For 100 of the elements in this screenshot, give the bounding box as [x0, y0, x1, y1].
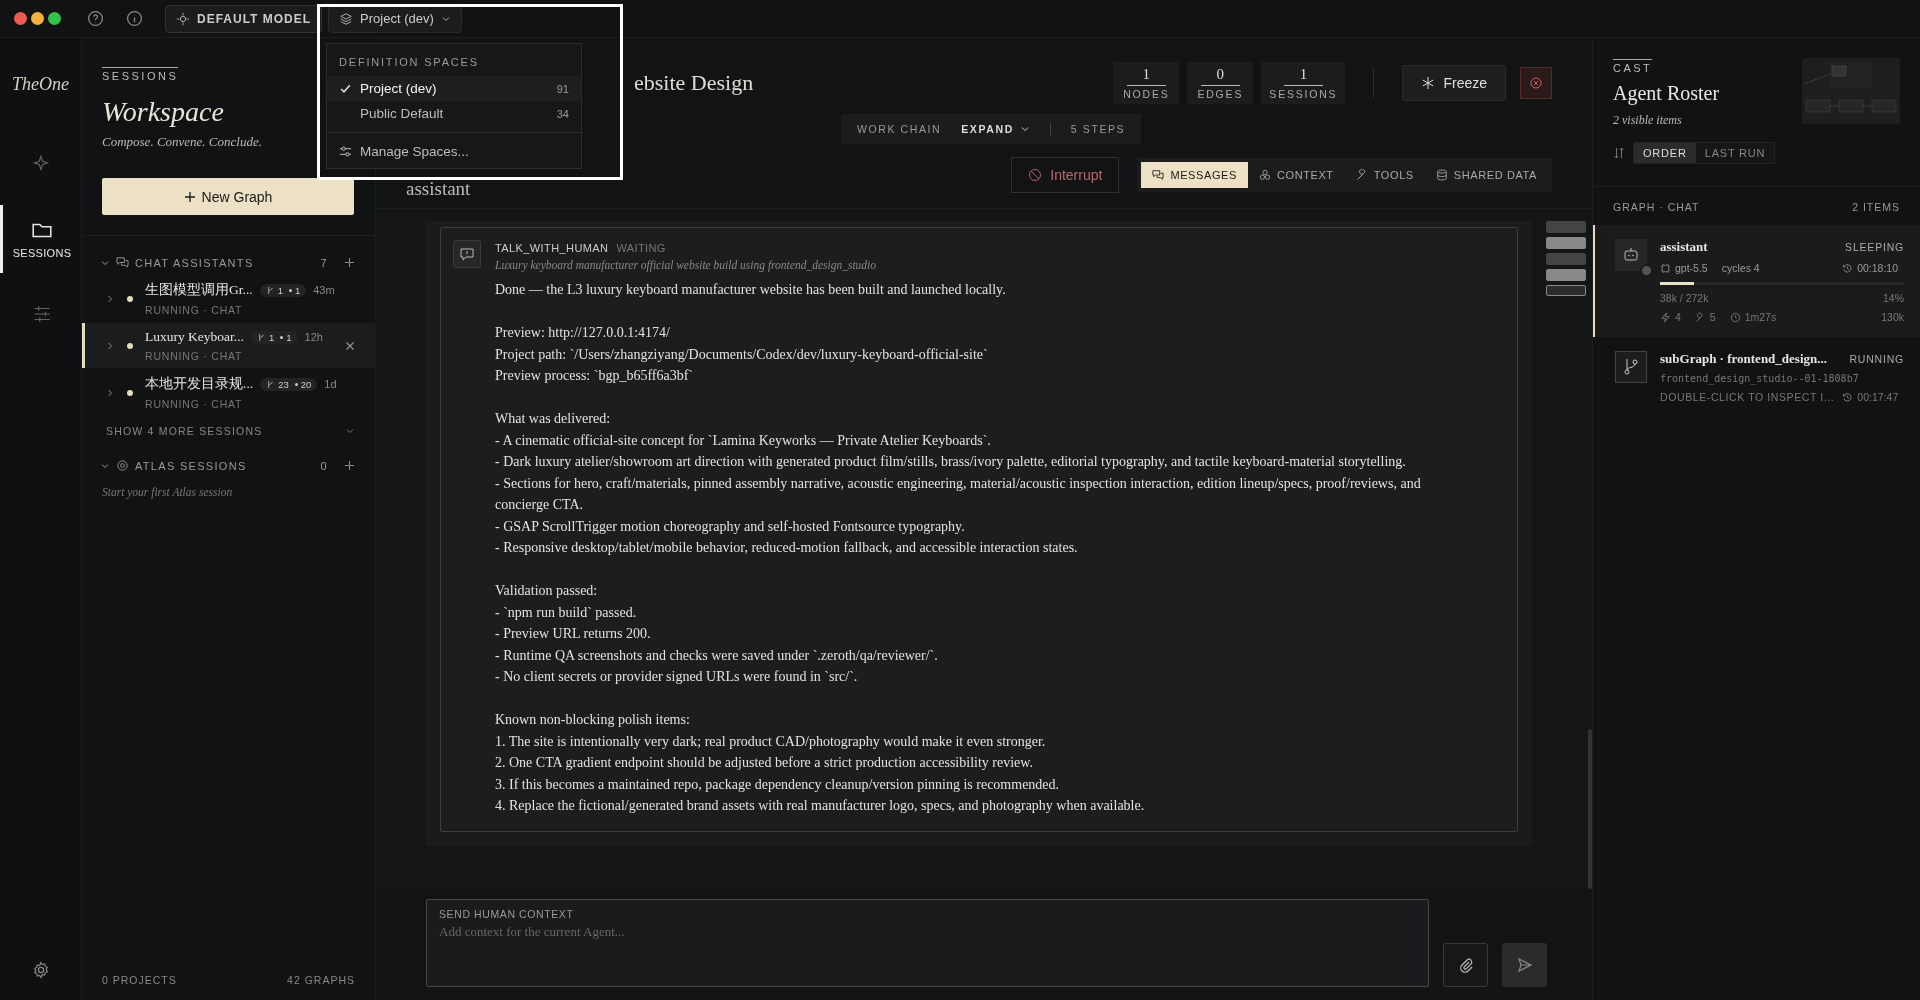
chevron-icon	[1019, 124, 1030, 134]
message-line: Validation passed:	[495, 582, 599, 600]
chevron-icon[interactable]	[105, 293, 115, 304]
plus-icon[interactable]	[344, 257, 355, 268]
message-line: - `npm run build` passed.	[495, 603, 638, 622]
agent-name: subGraph · frontend_design...	[1660, 351, 1827, 367]
chevron-icon	[345, 426, 355, 436]
group-title: GRAPH · CHAT	[1613, 201, 1700, 213]
status-dot	[127, 295, 133, 302]
plus-icon[interactable]	[344, 460, 355, 471]
sort-option[interactable]: ORDER	[1634, 143, 1696, 163]
token-percent: 14%	[1883, 292, 1904, 304]
token-usage: 38k / 272k	[1660, 292, 1709, 304]
session-status: RUNNING · CHAT	[145, 304, 244, 316]
minimap-drawing[interactable]	[1546, 221, 1586, 296]
show-more-link[interactable]: SHOW 4 MORE SESSIONS	[82, 417, 375, 453]
roster-title: Agent Roster	[1613, 82, 1720, 105]
section-eyebrow: CAST	[1613, 59, 1653, 74]
tool-name: TALK_WITH_HUMAN	[495, 242, 609, 254]
interrupt-button[interactable]: Interrupt	[1011, 157, 1120, 193]
calls-count: 4	[1660, 311, 1681, 323]
message-line: - Preview URL returns 200.	[495, 625, 652, 643]
agent-state: SLEEPING	[1845, 241, 1904, 253]
session-item[interactable]: 生图模型调用Gr... 1 1 43m RUNNING · CHAT	[82, 275, 375, 322]
menu-item[interactable]: Project (dev) 91	[327, 76, 581, 101]
new-graph-button[interactable]: New Graph	[102, 178, 354, 215]
session-badge: 1 1	[251, 330, 298, 344]
session-name: 本地开发目录规...	[145, 375, 254, 393]
chevron-icon[interactable]	[105, 340, 115, 351]
branch-icon	[1615, 351, 1647, 383]
message-line: Done — the L3 luxury keyboard manufacturer website has been built and launched locally.	[495, 281, 1007, 299]
message-line: Preview process: `bgp_b65ff6a3bf`	[495, 367, 695, 385]
tab-icon	[1435, 169, 1448, 181]
agent-item[interactable]: subGraph · frontend_design... RUNNING frontend_design_studio--01-1808b7 DOUBLE-CLICK TO INSPECT I... 00:17:47	[1593, 337, 1920, 417]
session-age: 1d	[324, 378, 337, 390]
session-status: RUNNING · CHAT	[145, 398, 244, 410]
message-line: 2. One CTA gradient endpoint should be adjusted before a strict production accessibility review.	[495, 754, 1034, 772]
model-button[interactable]: DEFAULT MODEL	[165, 4, 323, 33]
tab[interactable]: MESSAGES	[1141, 162, 1248, 188]
close-icon[interactable]	[345, 340, 355, 351]
tab[interactable]: SHARED DATA	[1424, 162, 1548, 188]
message-line: - Responsive desktop/tablet/mobile behavior, reduced-motion fallback, and accessible interaction states.	[495, 539, 1079, 557]
sort-option[interactable]: LAST RUN	[1695, 143, 1775, 163]
message-line: What was delivered:	[495, 410, 612, 428]
group-title: ATLAS SESSIONS	[135, 459, 248, 472]
session-name: 生图模型调用Gr...	[145, 281, 253, 299]
dot-icon	[280, 335, 284, 339]
send-icon	[1516, 957, 1533, 973]
snowflake-icon	[1421, 76, 1436, 90]
freeze-button[interactable]: Freeze	[1402, 65, 1506, 101]
message-line: 4. Replace the fictional/generated brand assets with real manufacturer logo, specs, and photography when available.	[495, 797, 1146, 815]
message-line: Preview: http://127.0.0.1:4174/	[495, 324, 671, 342]
menu-heading: DEFINITION SPACES	[338, 55, 480, 70]
context-field[interactable]: SEND HUMAN CONTEXT Add context for the current Agent...	[426, 899, 1429, 987]
manage-spaces-item[interactable]: Manage Spaces...	[327, 139, 581, 164]
robot-icon	[1615, 239, 1647, 271]
attach-button[interactable]	[1443, 943, 1488, 987]
tab[interactable]: CONTEXT	[1247, 162, 1345, 188]
dot-icon	[294, 382, 298, 386]
window-controls-icon[interactable]	[14, 12, 61, 25]
message-line: Project path: `/Users/zhangziyang/Documents/Codex/dev/luxury-keyboard-official-site`	[495, 345, 989, 364]
session-age: 43m	[313, 284, 335, 296]
sidebar-tagline: Compose. Convene. Conclude.	[102, 134, 263, 150]
tab[interactable]: TOOLS	[1344, 162, 1425, 188]
inspect-hint: DOUBLE-CLICK TO INSPECT I...	[1660, 391, 1835, 403]
chip-icon	[1660, 262, 1671, 274]
help-icon[interactable]	[87, 10, 104, 27]
expand-toggle[interactable]: EXPAND	[961, 123, 1051, 135]
bolt-icon	[1660, 311, 1671, 323]
tool-status: WAITING	[616, 242, 666, 254]
message-line: - Sections for hero, craft/materials, pinned assembly narrative, acoustic engineering, material/acoustic inspection interaction, edition lineup/specs, proof/reviews, and concierge CTA.	[495, 474, 1422, 514]
agent-state: RUNNING	[1849, 353, 1904, 365]
agent-cycles: cycles 4	[1721, 262, 1760, 274]
duration: 1m27s	[1729, 311, 1777, 323]
agent-model: gpt-5.5	[1660, 262, 1708, 274]
group-count: 0	[320, 459, 328, 472]
agent-time: 00:18:10	[1842, 262, 1898, 274]
close-icon	[1529, 76, 1543, 90]
session-item[interactable]: Luxury Keyboar... 1 1 12h RUNNING · CHAT	[82, 323, 375, 368]
branch-icon	[266, 379, 276, 389]
session-badge: 23 20	[260, 377, 318, 391]
empty-hint: Start your first Atlas session	[101, 485, 234, 501]
branch-icon	[257, 332, 266, 342]
send-button[interactable]	[1502, 943, 1547, 987]
history-icon	[1842, 391, 1854, 403]
group-title: CHAT ASSISTANTS	[135, 256, 255, 269]
session-item[interactable]: 本地开发目录规... 23 20 1d RUNNING · CHAT	[82, 369, 375, 416]
roster-subtitle: 2 visible items	[1613, 113, 1683, 128]
token-limit: 130k	[1881, 311, 1904, 323]
chevron-icon[interactable]	[105, 387, 115, 398]
check-icon	[339, 82, 352, 95]
context-input[interactable]: Add context for the current Agent...	[439, 920, 1416, 978]
info-icon[interactable]	[126, 10, 143, 27]
chat-icon	[116, 256, 129, 269]
group-count: 7	[320, 256, 328, 269]
stop-button[interactable]	[1520, 67, 1552, 99]
message-line: - A cinematic official-site concept for `Lamina Keyworks — Private Atelier Keyboards`.	[495, 431, 992, 450]
agent-item[interactable]: assistant SLEEPING gpt-5.5 cycles 4 00:18:10 38k / 272k 14% 4 5 1m27s 130k	[1593, 225, 1920, 337]
agent-name: assistant	[1660, 239, 1708, 255]
menu-item[interactable]: Public Default 34	[327, 101, 581, 126]
